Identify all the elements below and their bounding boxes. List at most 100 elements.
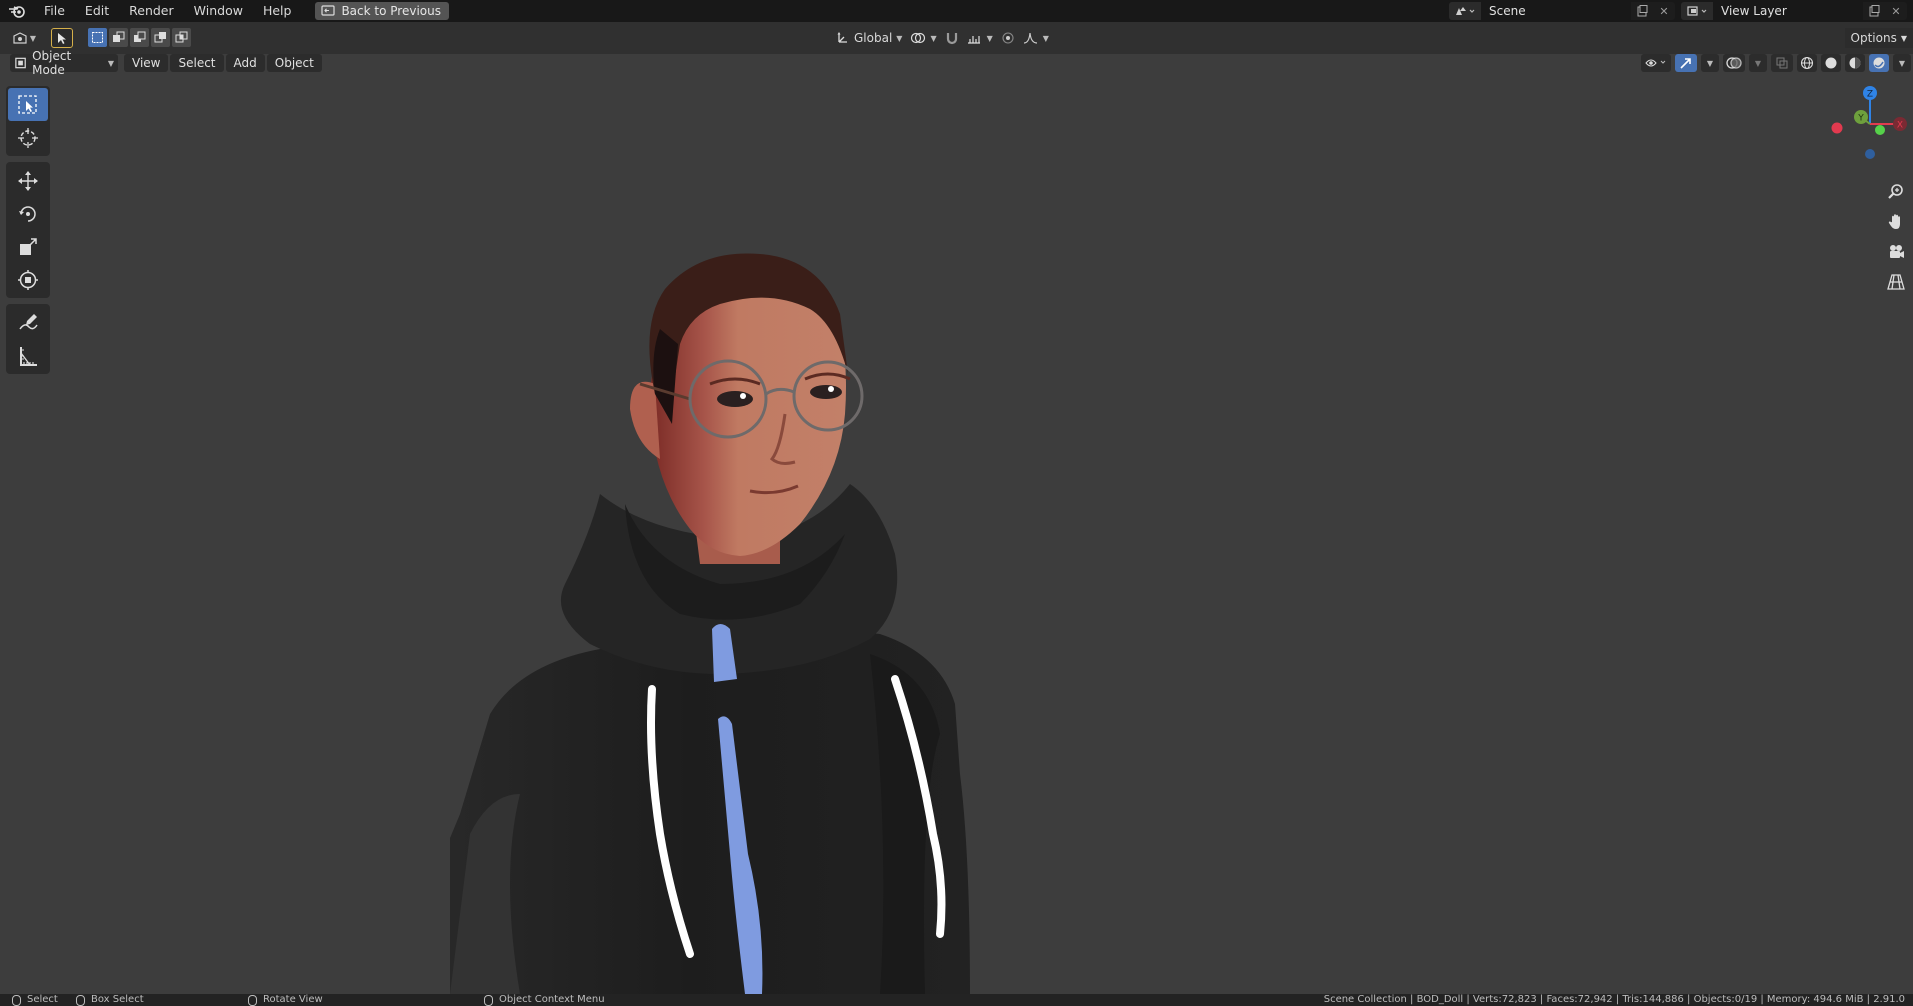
- select-invert-button[interactable]: [151, 28, 170, 47]
- mouse-left-icon: [12, 994, 21, 1006]
- gizmo-neg-y-axis[interactable]: [1875, 125, 1885, 135]
- scene-icon[interactable]: [1449, 2, 1481, 20]
- gizmo-dropdown[interactable]: ▼: [1701, 54, 1719, 72]
- xray-toggle[interactable]: [1771, 54, 1793, 72]
- camera-view-button[interactable]: [1883, 240, 1909, 264]
- perspective-toggle-button[interactable]: [1883, 270, 1909, 294]
- transform-orientation-dropdown[interactable]: Global ▼: [836, 28, 902, 48]
- status-rotate-view-label: Rotate View: [263, 994, 323, 1005]
- transform-icon: [18, 269, 38, 290]
- proportional-edit-icon: [1002, 32, 1014, 44]
- pivot-point-icon: [911, 32, 926, 44]
- pivot-point-dropdown[interactable]: ▼: [910, 28, 937, 48]
- annotate-pencil-icon: [19, 313, 38, 329]
- zoom-view-button[interactable]: [1883, 180, 1909, 204]
- transform-tool[interactable]: [8, 263, 48, 296]
- options-label: Options: [1850, 31, 1897, 45]
- menu-file[interactable]: File: [34, 0, 75, 22]
- back-to-previous-label: Back to Previous: [341, 4, 441, 18]
- object-mode-dropdown[interactable]: Object Mode ▼: [10, 49, 118, 77]
- scene-new-icon[interactable]: [1631, 2, 1653, 20]
- chevron-down-icon: ▼: [29, 33, 37, 43]
- character-model[interactable]: [450, 234, 1090, 994]
- zoom-magnifier-icon: [1888, 184, 1903, 199]
- proportional-editing-toggle[interactable]: [1001, 28, 1015, 48]
- scene-remove-icon[interactable]: ✕: [1653, 2, 1675, 20]
- status-context-menu-hint: Object Context Menu: [484, 994, 605, 1006]
- move-tool[interactable]: [8, 164, 48, 197]
- rendered-sphere-icon: [1873, 57, 1885, 69]
- select-subtract-icon: [134, 31, 146, 42]
- status-rotate-view-hint: Rotate View: [248, 994, 323, 1006]
- shading-dropdown[interactable]: ▼: [1893, 54, 1911, 72]
- overlays-dropdown[interactable]: ▼: [1749, 54, 1767, 72]
- menu-view[interactable]: View: [124, 54, 169, 72]
- 3d-viewport[interactable]: Z Y X: [0, 54, 1913, 994]
- select-intersect-button[interactable]: [172, 28, 191, 47]
- gizmo-neg-x-axis[interactable]: [1831, 122, 1843, 134]
- view-layer-new-icon[interactable]: [1863, 2, 1885, 20]
- cursor-arrow-icon: [58, 33, 66, 44]
- chevron-down-icon: ▼: [930, 33, 937, 43]
- top-menu-bar: File Edit Render Window Help Back to Pre…: [0, 0, 1913, 22]
- select-extend-button[interactable]: [109, 28, 128, 47]
- shading-solid-button[interactable]: [1821, 54, 1841, 72]
- chevron-down-icon: ▼: [1898, 58, 1906, 68]
- chevron-down-icon: ▼: [896, 33, 903, 43]
- menu-select[interactable]: Select: [170, 54, 224, 72]
- rotate-icon: [19, 205, 36, 222]
- right-eye: [810, 385, 842, 399]
- transform-tools-group: [6, 162, 50, 298]
- view-layer-selector[interactable]: View Layer ✕: [1681, 2, 1907, 20]
- gizmo-toggle[interactable]: [1675, 54, 1697, 72]
- object-mode-label: Object Mode: [32, 49, 72, 77]
- measure-tool[interactable]: [8, 339, 48, 372]
- annotate-tool[interactable]: [8, 306, 48, 339]
- navigation-gizmo[interactable]: Z Y X: [1820, 84, 1910, 164]
- select-new-button[interactable]: [88, 28, 107, 47]
- editor-type-selector[interactable]: ▼: [8, 28, 40, 48]
- scene-selector[interactable]: Scene ✕: [1449, 2, 1675, 20]
- chevron-down-icon: ▼: [107, 58, 114, 68]
- falloff-dropdown[interactable]: ▼: [1023, 28, 1049, 48]
- menu-help[interactable]: Help: [253, 0, 302, 22]
- snap-target-dropdown[interactable]: ▼: [967, 28, 993, 48]
- scene-stats-text: Scene Collection | BOD_Doll | Verts:72,8…: [1323, 994, 1905, 1005]
- back-to-previous-button[interactable]: Back to Previous: [315, 2, 449, 20]
- options-dropdown[interactable]: Options ▼: [1844, 28, 1913, 48]
- overlays-toggle[interactable]: [1723, 54, 1745, 72]
- eye-pointer-icon: [1645, 59, 1666, 67]
- status-bar: Select Box Select Rotate View Object Con…: [0, 994, 1913, 1006]
- cursor-tool[interactable]: [8, 121, 48, 154]
- shading-material-button[interactable]: [1845, 54, 1865, 72]
- status-box-select-label: Box Select: [91, 994, 144, 1005]
- shading-wireframe-button[interactable]: [1797, 54, 1817, 72]
- shading-rendered-button[interactable]: [1869, 54, 1889, 72]
- view-layer-remove-icon[interactable]: ✕: [1885, 2, 1907, 20]
- gizmo-neg-z-axis[interactable]: [1865, 149, 1875, 159]
- menu-object[interactable]: Object: [266, 54, 322, 72]
- mouse-right-icon: [484, 994, 493, 1006]
- chevron-down-icon: ▼: [1754, 58, 1762, 68]
- menu-render[interactable]: Render: [119, 0, 184, 22]
- active-tool-indicator[interactable]: [51, 28, 73, 48]
- menu-add[interactable]: Add: [225, 54, 265, 72]
- menu-edit[interactable]: Edit: [75, 0, 119, 22]
- xray-icon: [1776, 57, 1788, 69]
- select-subtract-button[interactable]: [130, 28, 149, 47]
- 3d-cursor-icon: [18, 127, 38, 148]
- select-box-tool[interactable]: [8, 88, 48, 121]
- menu-window[interactable]: Window: [184, 0, 253, 22]
- select-invert-icon: [154, 32, 166, 43]
- blender-logo-icon[interactable]: [0, 0, 34, 22]
- pan-view-button[interactable]: [1883, 210, 1909, 234]
- select-new-icon: [92, 32, 103, 43]
- scene-name-field[interactable]: Scene: [1481, 2, 1631, 20]
- scale-tool[interactable]: [8, 230, 48, 263]
- visibility-selectability-dropdown[interactable]: [1641, 54, 1671, 72]
- view-layer-name-field[interactable]: View Layer: [1713, 2, 1863, 20]
- rotate-tool[interactable]: [8, 197, 48, 230]
- left-eye: [717, 391, 753, 407]
- snap-toggle[interactable]: [945, 28, 959, 48]
- view-layer-icon[interactable]: [1681, 2, 1713, 20]
